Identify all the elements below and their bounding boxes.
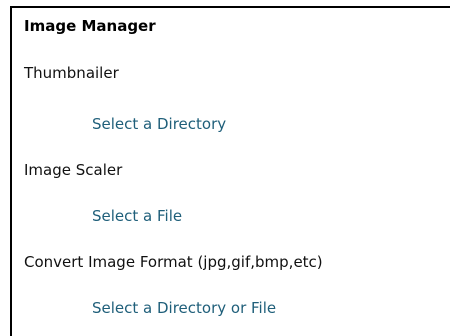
section-thumbnailer-label: Thumbnailer: [24, 64, 119, 82]
image-scaler-select-file-link[interactable]: Select a File: [92, 207, 182, 225]
section-convert-format-label: Convert Image Format (jpg,gif,bmp,etc): [24, 253, 323, 271]
section-image-scaler-label: Image Scaler: [24, 161, 123, 179]
thumbnailer-select-directory-link[interactable]: Select a Directory: [92, 115, 226, 133]
convert-format-select-link[interactable]: Select a Directory or File: [92, 299, 276, 317]
panel-title: Image Manager: [24, 17, 156, 35]
